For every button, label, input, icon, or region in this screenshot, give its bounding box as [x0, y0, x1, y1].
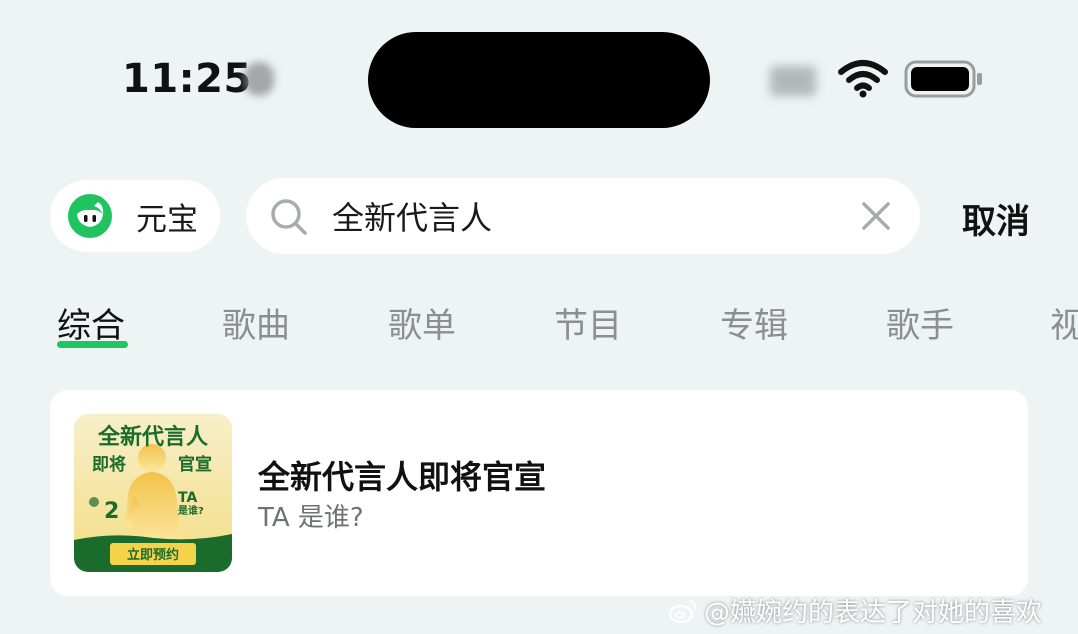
result-subtitle: TA 是谁? — [258, 503, 364, 533]
tab-playlists[interactable]: 歌单 — [388, 298, 456, 347]
wifi-icon — [838, 60, 888, 98]
result-cover-image[interactable]: 立即预约 全新代言人 即将 官宣 TA 是谁? 2 — [74, 414, 232, 572]
tab-programs[interactable]: 节目 — [554, 298, 622, 347]
close-icon[interactable] — [860, 200, 892, 232]
cellular-signal-icon — [770, 66, 816, 96]
cover-headline-1: 全新代言人 — [97, 424, 208, 450]
tab-comprehensive[interactable]: 综合 — [57, 298, 125, 347]
tab-songs[interactable]: 歌曲 — [222, 298, 290, 347]
yuanbao-label: 元宝 — [136, 201, 198, 238]
dynamic-island — [368, 32, 710, 128]
cover-who-sub: 是谁? — [177, 504, 204, 517]
cover-button-text: 立即预约 — [127, 547, 179, 563]
tab-videos[interactable]: 视 — [1050, 298, 1078, 347]
cover-headline-2b: 官宣 — [178, 454, 212, 475]
cover-headline-2a: 即将 — [92, 454, 126, 475]
cover-badge-number: 2 — [104, 499, 119, 524]
search-input[interactable] — [332, 192, 832, 240]
search-icon — [271, 199, 307, 235]
blurred-status-icon — [244, 62, 274, 96]
search-box[interactable] — [246, 178, 920, 254]
watermark: @嬿婉约的表达了对她的喜欢 — [668, 592, 1042, 629]
tab-artists[interactable]: 歌手 — [886, 298, 954, 347]
cover-who: TA — [178, 490, 197, 506]
tab-albums[interactable]: 专辑 — [720, 298, 788, 347]
result-title: 全新代言人即将官宣 — [258, 458, 547, 496]
category-tabs: 综合 歌曲 歌单 节目 专辑 歌手 视 — [0, 288, 1078, 358]
cover-artwork: 立即预约 全新代言人 即将 官宣 TA 是谁? 2 — [74, 414, 232, 572]
yuanbao-chip[interactable]: 元宝 — [50, 180, 220, 252]
status-bar: 11:25 — [0, 0, 1078, 150]
battery-icon — [904, 60, 982, 98]
weibo-icon — [668, 599, 697, 623]
yuanbao-logo-icon — [68, 194, 112, 238]
watermark-text: @嬿婉约的表达了对她的喜欢 — [704, 598, 1043, 628]
cancel-button[interactable]: 取消 — [962, 194, 1030, 243]
status-time: 11:25 — [122, 56, 252, 102]
active-tab-indicator — [57, 341, 128, 348]
result-card[interactable]: 立即预约 全新代言人 即将 官宣 TA 是谁? 2 全新代言人即将官宣 TA 是… — [50, 390, 1028, 596]
